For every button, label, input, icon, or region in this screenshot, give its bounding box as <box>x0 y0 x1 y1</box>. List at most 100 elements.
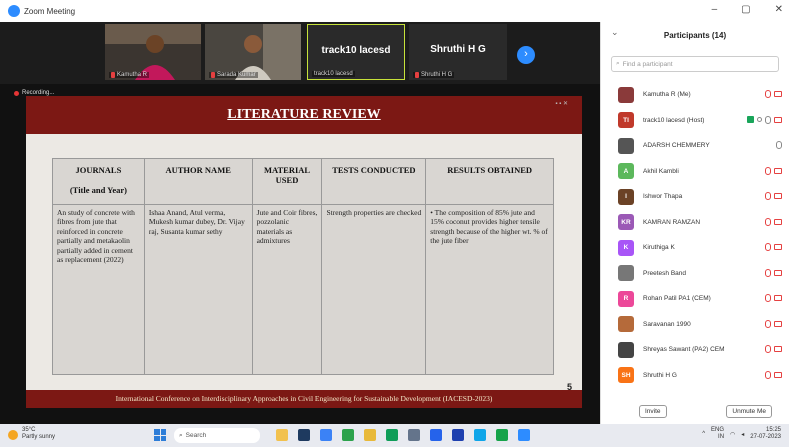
participant-name: Ishwor Thapa <box>643 193 683 201</box>
edge-icon[interactable] <box>320 429 332 441</box>
camera-off-icon[interactable] <box>774 116 782 123</box>
participant-name: Shreyas Sawant (PA2) CEM <box>643 346 725 354</box>
tile-name: Sarada Kumar <box>217 72 256 78</box>
next-page-button[interactable]: › <box>517 46 535 64</box>
volume-icon[interactable]: ◂ <box>741 431 744 438</box>
camera-off-icon[interactable] <box>774 218 782 225</box>
teams-icon[interactable] <box>474 429 486 441</box>
close-button[interactable]: ✕ <box>775 4 783 15</box>
tile-name-tag: Shruthi H G <box>413 72 455 78</box>
participant-row[interactable]: Preetesh Band <box>601 261 789 287</box>
start-button[interactable] <box>154 429 166 441</box>
microphone-muted-icon[interactable] <box>765 319 771 328</box>
word-icon[interactable] <box>452 429 464 441</box>
mail-icon[interactable] <box>408 429 420 441</box>
participant-row[interactable]: Shreyas Sawant (PA2) CEM <box>601 337 789 363</box>
camera-off-icon[interactable] <box>774 295 782 301</box>
invite-button[interactable]: Invite <box>639 404 667 418</box>
microphone-icon[interactable] <box>776 141 782 149</box>
task-view-icon[interactable] <box>298 429 310 441</box>
header-journals: JOURNALS (Title and Year) <box>52 158 145 205</box>
tile-name: Shruthi H G <box>421 72 453 78</box>
camera-off-icon[interactable] <box>774 167 782 174</box>
participant-row[interactable]: Saravanan 1990 <box>601 312 789 338</box>
clock[interactable]: 15:25 27-07-2023 <box>750 427 781 441</box>
avatar <box>618 137 634 154</box>
participants-panel: ⌄ Participants (14) ⌕ Find a participant… <box>600 22 789 424</box>
maximize-button[interactable]: ▢ <box>741 4 750 15</box>
zoom-taskbar-icon[interactable] <box>430 429 442 441</box>
microphone-icon[interactable] <box>765 115 771 124</box>
participant-row[interactable]: A Akhil Kambli <box>601 159 789 185</box>
participant-row[interactable]: TI track10 lacesd (Host) <box>601 108 789 134</box>
slide-footer: International Conference on Interdiscipl… <box>26 390 582 408</box>
unmute-me-button[interactable]: Unmute Me <box>726 404 772 418</box>
participant-name: Akhil Kambli <box>643 167 679 175</box>
participant-row[interactable]: KR KAMRAN RAMZAN <box>601 210 789 236</box>
microphone-muted-icon[interactable] <box>765 294 771 302</box>
participant-row[interactable]: ADARSH CHEMMERY <box>601 133 789 159</box>
video-tile-track10[interactable]: track10 lacesd track10 lacesd <box>307 24 405 80</box>
video-tile-shruthi[interactable]: Shruthi H G Shruthi H G <box>409 24 507 80</box>
excel-icon[interactable] <box>496 429 508 441</box>
video-app-icon[interactable] <box>518 429 530 441</box>
camera-off-icon[interactable] <box>774 346 782 352</box>
wifi-icon[interactable]: ◠ <box>730 431 735 438</box>
camera-off-icon[interactable] <box>774 244 782 250</box>
header-journals-sub: (Title and Year) <box>69 185 127 195</box>
participant-search-input[interactable]: ⌕ Find a participant <box>611 56 779 72</box>
chrome-icon[interactable] <box>342 429 354 441</box>
panel-footer: Invite Unmute Me <box>601 398 789 424</box>
video-tile-sarada[interactable]: Sarada Kumar <box>205 24 301 80</box>
participant-status-icons <box>747 115 782 124</box>
camera-off-icon[interactable] <box>774 371 782 378</box>
video-tile-kamutha[interactable]: Kamutha R <box>105 24 201 80</box>
participant-row[interactable]: I Ishwor Thapa <box>601 184 789 210</box>
microphone-muted-icon[interactable] <box>765 90 771 98</box>
store-icon[interactable] <box>386 429 398 441</box>
host-badge-icon <box>747 116 754 123</box>
region-code: IN <box>718 434 725 441</box>
participant-row[interactable]: Kamutha R (Me) <box>601 82 789 108</box>
cell-results: • The composition of 85% jute and 15% co… <box>425 204 554 375</box>
file-explorer-icon[interactable] <box>276 429 288 441</box>
participant-status-icons <box>765 90 782 98</box>
microphone-muted-icon[interactable] <box>765 243 771 251</box>
mic-muted-icon <box>111 72 115 78</box>
microphone-muted-icon[interactable] <box>765 370 771 379</box>
weather-widget[interactable]: 35°C Partly sunny <box>22 427 55 441</box>
microphone-muted-icon[interactable] <box>765 217 771 226</box>
cell-journals: An study of concrete with fibres from ju… <box>52 204 145 375</box>
slide-header-band: LITERATURE REVIEW ▪ ▪ ✕ <box>26 96 582 134</box>
zoom-logo-icon <box>8 5 20 17</box>
participant-row[interactable]: K Kiruthiga K <box>601 235 789 261</box>
screen-share-area: Recording... LITERATURE REVIEW ▪ ▪ ✕ JOU… <box>0 84 600 424</box>
tile-name-tag: track10 lacesd <box>312 71 355 77</box>
microphone-muted-icon[interactable] <box>765 192 771 200</box>
taskbar-search[interactable]: ⌕ Search <box>174 428 260 443</box>
participant-name: ADARSH CHEMMERY <box>643 142 710 150</box>
camera-off-icon[interactable] <box>774 320 782 327</box>
avatar: I <box>618 188 634 205</box>
participant-row[interactable]: SH Shruthi H G <box>601 363 789 389</box>
minimize-button[interactable]: – <box>712 4 718 15</box>
camera-off-icon[interactable] <box>774 269 782 276</box>
folder-icon[interactable] <box>364 429 376 441</box>
participant-name: KAMRAN RAMZAN <box>643 218 701 226</box>
avatar <box>618 265 634 282</box>
camera-off-icon[interactable] <box>774 193 782 199</box>
participant-row[interactable]: R Rohan Patil PA1 (CEM) <box>601 286 789 312</box>
participant-name: track10 lacesd (Host) <box>643 116 705 124</box>
avatar: K <box>618 239 634 256</box>
microphone-muted-icon[interactable] <box>765 166 771 175</box>
language-indicator[interactable]: ENG IN <box>711 427 724 441</box>
tile-name-tag: Kamutha R <box>109 72 150 78</box>
microphone-muted-icon[interactable] <box>765 268 771 277</box>
taskbar-search-label: Search <box>185 432 207 439</box>
header-tests: TESTS CONDUCTED <box>321 158 427 205</box>
table-row: An study of concrete with fibres from ju… <box>52 204 554 375</box>
tray-chevron-icon[interactable]: ^ <box>702 431 705 437</box>
camera-off-icon[interactable] <box>774 91 782 97</box>
header-journals-label: JOURNALS <box>75 165 122 175</box>
microphone-muted-icon[interactable] <box>765 345 771 353</box>
